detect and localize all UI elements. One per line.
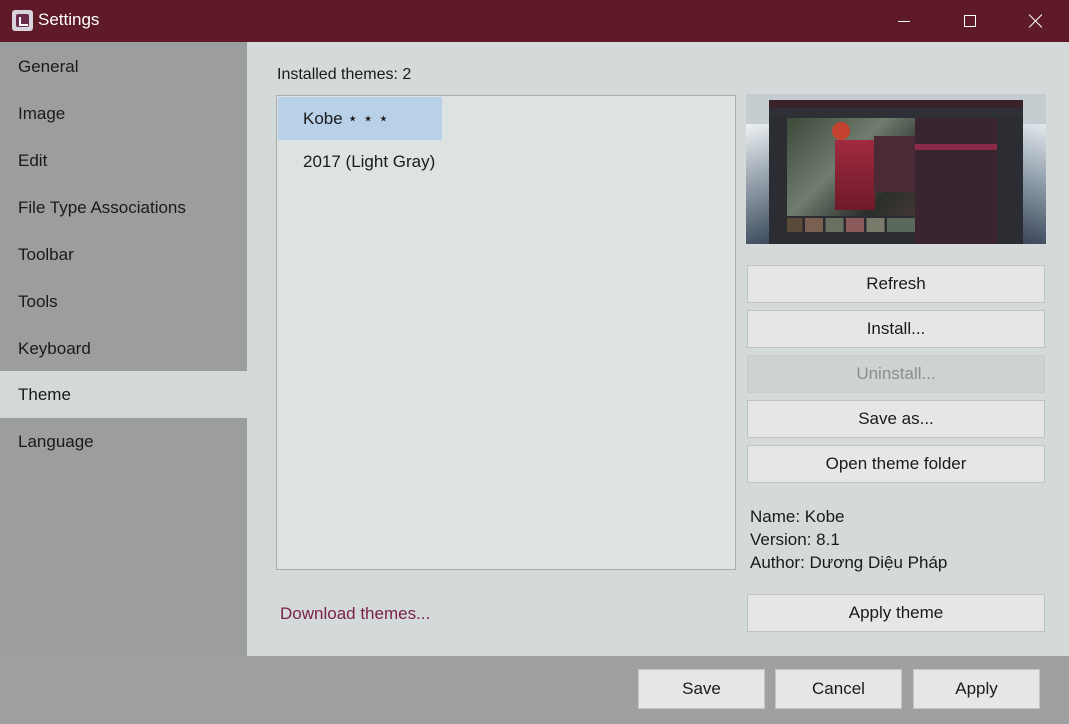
sidebar-item-toolbar[interactable]: Toolbar bbox=[0, 231, 247, 278]
sidebar-item-tools[interactable]: Tools bbox=[0, 278, 247, 325]
window-title: Settings bbox=[38, 10, 100, 29]
sidebar-item-edit[interactable]: Edit bbox=[0, 137, 247, 184]
open-theme-folder-button[interactable]: Open theme folder bbox=[747, 445, 1045, 483]
save-button[interactable]: Save bbox=[638, 669, 765, 709]
theme-list[interactable]: Kobe ⋆ ⋆ ⋆ 2017 (Light Gray) bbox=[276, 95, 736, 570]
minimize-button[interactable] bbox=[871, 0, 937, 42]
save-as-button[interactable]: Save as... bbox=[747, 400, 1045, 438]
dialog-footer: Save Cancel Apply bbox=[0, 656, 1069, 724]
installed-themes-label: Installed themes: 2 bbox=[277, 66, 412, 83]
download-themes-link[interactable]: Download themes... bbox=[280, 604, 430, 624]
theme-list-item-kobe[interactable]: Kobe ⋆ ⋆ ⋆ bbox=[278, 97, 442, 140]
close-button[interactable] bbox=[1003, 0, 1069, 42]
theme-list-item-2017-light-gray[interactable]: 2017 (Light Gray) bbox=[278, 140, 435, 183]
sidebar-item-image[interactable]: Image bbox=[0, 90, 247, 137]
sidebar-item-theme[interactable]: Theme bbox=[0, 371, 247, 418]
theme-preview-image bbox=[746, 94, 1046, 244]
title-bar: Settings bbox=[0, 0, 1069, 42]
theme-name-info: Name: Kobe bbox=[750, 507, 845, 526]
install-button[interactable]: Install... bbox=[747, 310, 1045, 348]
uninstall-button[interactable]: Uninstall... bbox=[747, 355, 1045, 393]
settings-sidebar: General Image Edit File Type Association… bbox=[0, 42, 247, 656]
apply-theme-button[interactable]: Apply theme bbox=[747, 594, 1045, 632]
maximize-button[interactable] bbox=[937, 0, 1003, 42]
apply-button[interactable]: Apply bbox=[913, 669, 1040, 709]
refresh-button[interactable]: Refresh bbox=[747, 265, 1045, 303]
theme-author-info: Author: Dương Diệu Pháp bbox=[750, 553, 948, 572]
sidebar-item-general[interactable]: General bbox=[0, 43, 247, 90]
sidebar-item-language[interactable]: Language bbox=[0, 418, 247, 465]
cancel-button[interactable]: Cancel bbox=[775, 669, 902, 709]
imageglass-app-icon bbox=[12, 10, 33, 31]
sidebar-item-file-type-associations[interactable]: File Type Associations bbox=[0, 184, 247, 231]
maximize-icon bbox=[964, 15, 976, 27]
close-icon bbox=[1029, 14, 1043, 28]
sidebar-item-keyboard[interactable]: Keyboard bbox=[0, 325, 247, 372]
theme-panel: Installed themes: 2 Kobe ⋆ ⋆ ⋆ 2017 (Lig… bbox=[247, 42, 1069, 656]
theme-version-info: Version: 8.1 bbox=[750, 530, 840, 549]
minimize-icon bbox=[898, 20, 910, 22]
